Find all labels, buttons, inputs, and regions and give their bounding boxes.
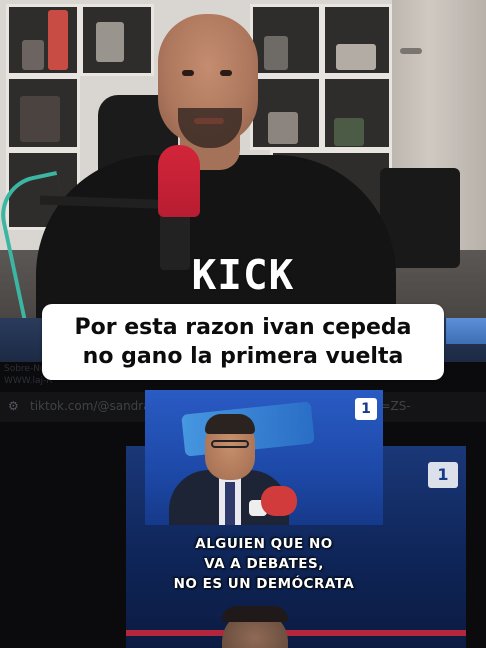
shelf-object [20, 96, 60, 142]
streamer-eye [182, 70, 194, 76]
main-caption: Por esta razon ivan cepeda no gano la pr… [42, 304, 444, 380]
settings-sliders-icon[interactable]: ⚙ [8, 399, 22, 413]
news-ticker [126, 630, 466, 636]
second-speaker-hair [222, 606, 288, 622]
interviewee-hair [205, 414, 255, 434]
interviewee-tie [225, 482, 235, 525]
kick-watermark: KICK [191, 251, 295, 299]
shelf-object [264, 36, 288, 70]
channel-logo: 1 [428, 462, 458, 488]
caption-line-1: Por esta razon ivan cepeda [74, 315, 412, 340]
caption-line: NO ES UN DEMÓCRATA [173, 576, 355, 592]
box [336, 44, 376, 70]
streamer-mouth [194, 118, 224, 124]
news-video-caption: ALGUIEN QUE NO VA A DEBATES, NO ES UN DE… [145, 534, 383, 594]
streamer-webcam: KICK [0, 0, 486, 318]
video-frame: KICK Sobre-Norte WWW.laj-R ⚙ tiktok.com/… [0, 0, 486, 648]
caption-line: ALGUIEN QUE NO [195, 536, 333, 552]
figurine [48, 10, 68, 70]
vase [334, 118, 364, 146]
shelf-object [22, 40, 44, 70]
channel-logo: 1 [355, 398, 377, 420]
caption-line: VA A DEBATES, [204, 556, 324, 572]
caption-line-2: no gano la primera vuelta [82, 344, 404, 369]
picture-frame [96, 22, 124, 62]
interviewee-glasses [211, 440, 249, 448]
streamer-eye [220, 70, 232, 76]
door-handle [400, 48, 422, 54]
microphone-icon [261, 486, 297, 516]
tab-thumbnail [446, 318, 486, 344]
microphone-windscreen [158, 145, 200, 217]
shelf-object [268, 112, 298, 144]
news-video-frame: 1 [145, 390, 383, 525]
